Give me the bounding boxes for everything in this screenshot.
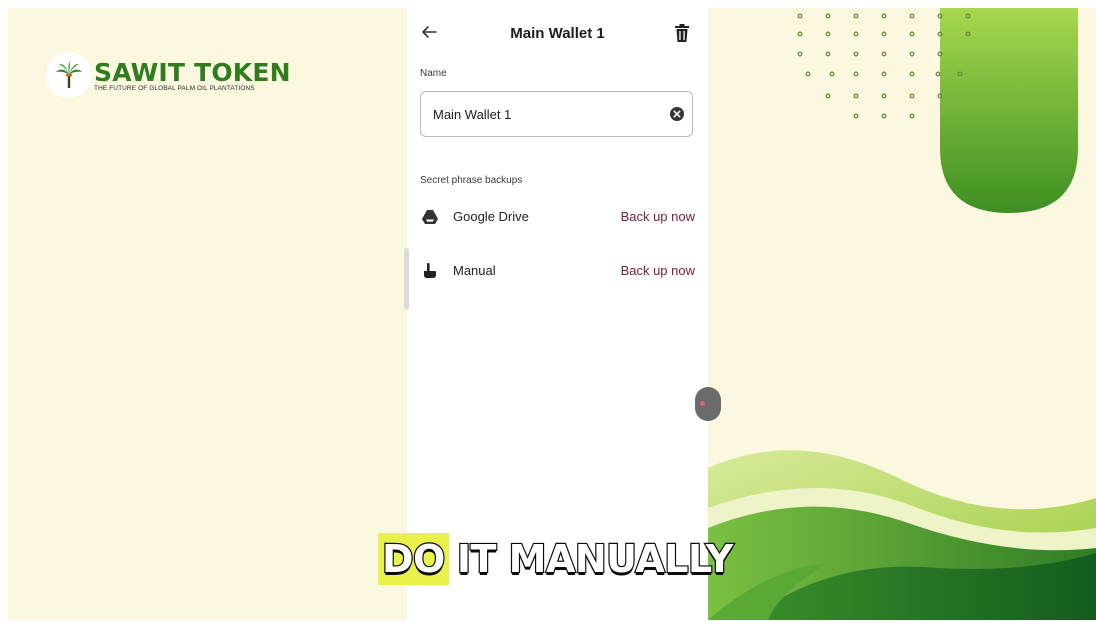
name-label: Name	[420, 68, 447, 79]
wallet-name-input[interactable]: Main Wallet 1	[420, 91, 693, 137]
manual-backup-row[interactable]: Manual Back up now	[407, 252, 708, 292]
caption-text: IT MANUALLY	[456, 536, 735, 582]
trash-icon[interactable]	[671, 22, 693, 44]
sawit-token-logo: SAWIT TOKEN THE FUTURE OF GLOBAL PALM OI…	[46, 52, 291, 98]
wallet-settings-screen: Main Wallet 1 Name Main Wallet 1 Secret …	[404, 8, 721, 620]
app-bar: Main Wallet 1	[407, 8, 708, 62]
hand-pointer-icon	[424, 263, 436, 278]
brand-title: SAWIT TOKEN	[94, 57, 291, 87]
decorative-background	[708, 8, 1096, 620]
google-drive-backup-button[interactable]: Back up now	[621, 209, 695, 224]
floating-button-dot	[700, 401, 705, 406]
caption-highlight-word: DO	[381, 536, 447, 582]
video-frame: SAWIT TOKEN THE FUTURE OF GLOBAL PALM OI…	[8, 8, 1096, 620]
caption-highlight: DO	[378, 533, 449, 585]
backup-section-label: Secret phrase backups	[420, 175, 523, 186]
google-drive-label: Google Drive	[453, 209, 529, 224]
manual-label: Manual	[453, 263, 496, 278]
palm-tree-icon	[46, 52, 92, 98]
clear-icon[interactable]	[669, 106, 685, 122]
google-drive-icon	[422, 210, 438, 224]
video-caption: DO IT MANUALLY	[378, 533, 735, 585]
google-drive-backup-row[interactable]: Google Drive Back up now	[407, 198, 708, 238]
wallet-name-value: Main Wallet 1	[433, 107, 512, 122]
manual-backup-button[interactable]: Back up now	[621, 263, 695, 278]
page-title: Main Wallet 1	[510, 25, 605, 42]
